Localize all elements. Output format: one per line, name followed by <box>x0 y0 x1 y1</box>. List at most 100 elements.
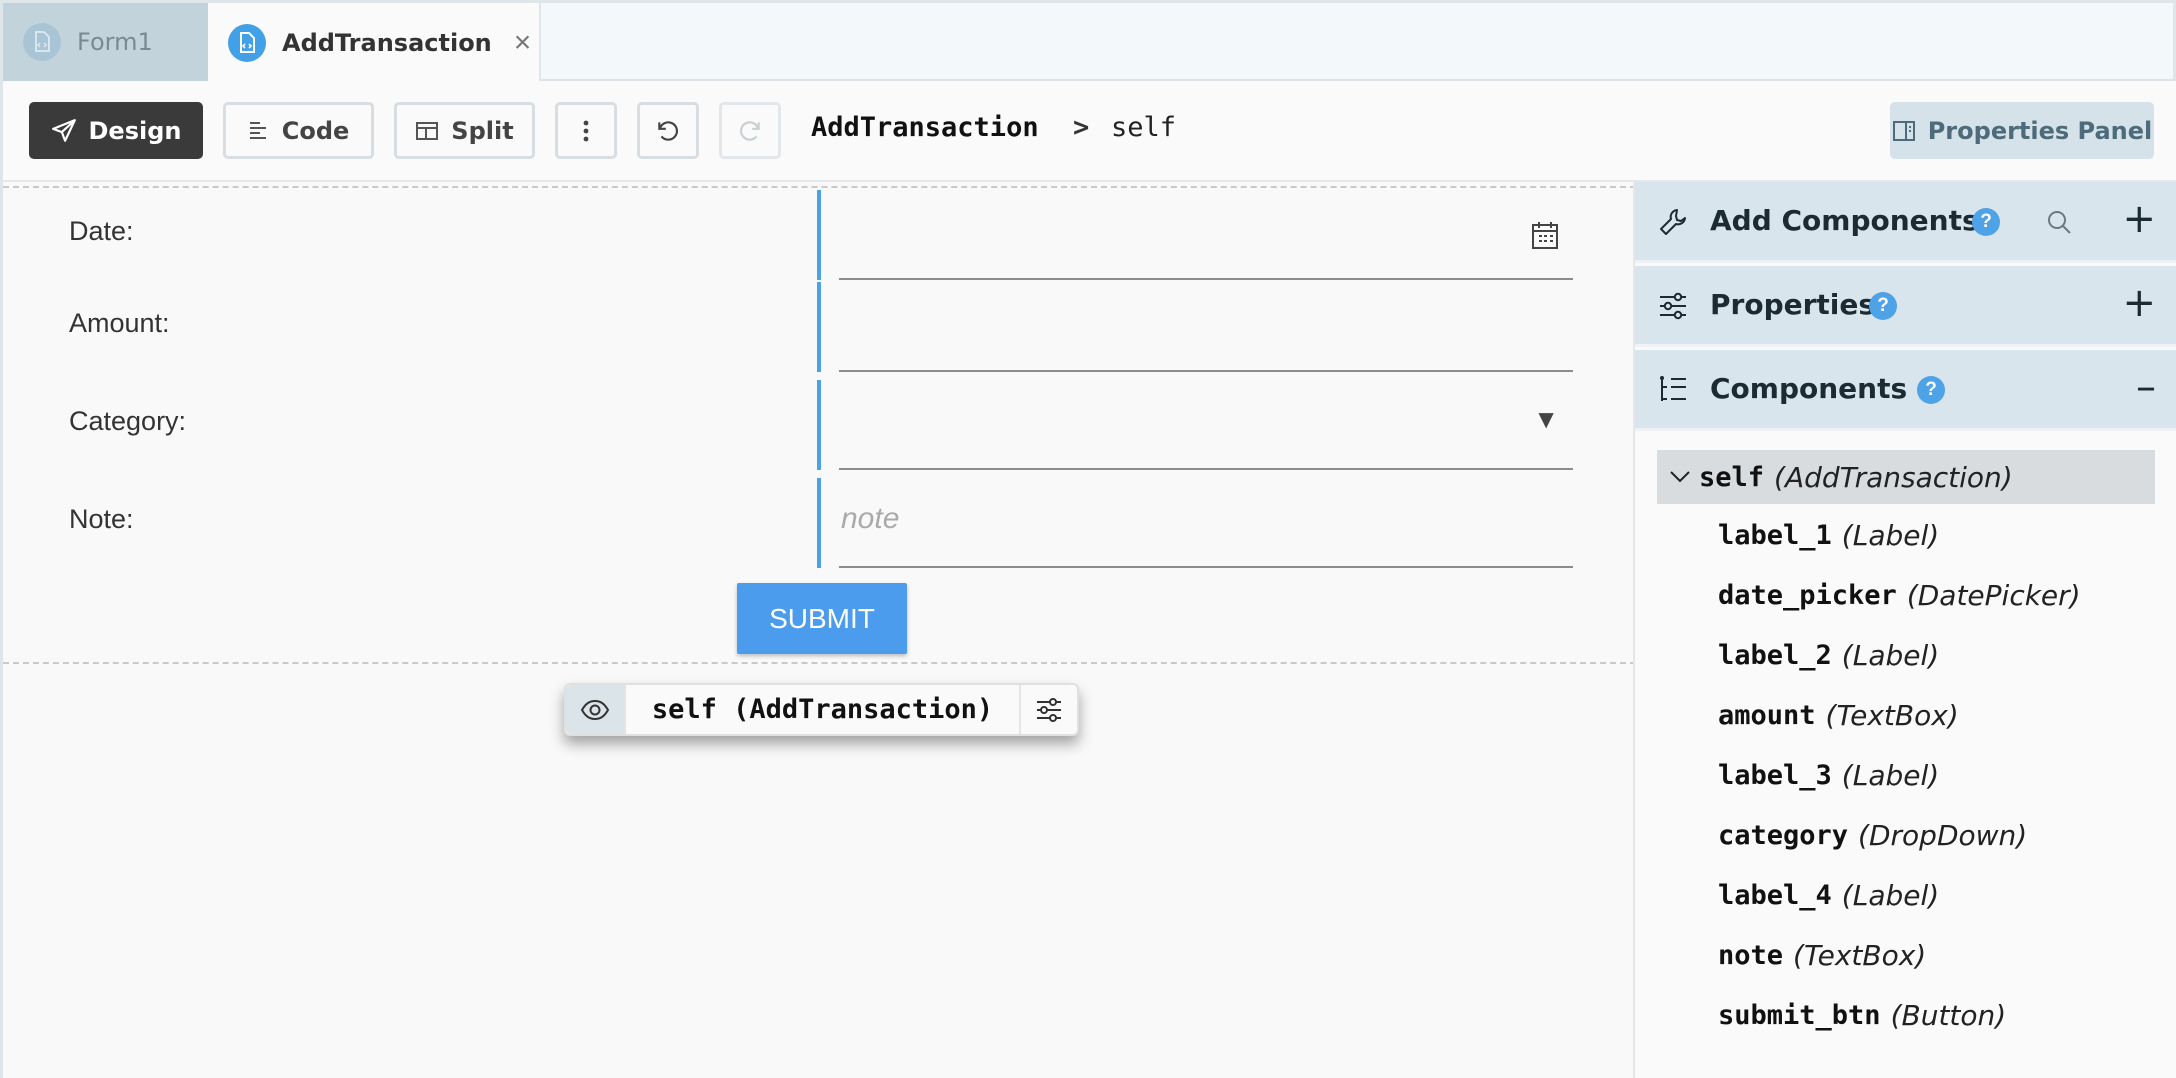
form-boundary-bottom <box>3 662 1636 664</box>
properties-title: Properties <box>1710 288 1876 321</box>
search-icon[interactable] <box>2045 208 2073 236</box>
tree-item[interactable]: date_picker (DatePicker) <box>1718 575 2081 615</box>
tree-item[interactable]: submit_btn (Button) <box>1718 995 2006 1035</box>
breadcrumb-separator: > <box>1073 112 1090 143</box>
field-underline <box>839 278 1573 280</box>
code-button-label: Code <box>281 116 350 145</box>
properties-header[interactable]: Properties ? + <box>1635 266 2176 347</box>
selection-label[interactable]: self (AddTransaction) <box>624 685 1021 734</box>
form-file-icon <box>23 23 61 61</box>
split-button[interactable]: Split <box>394 102 535 159</box>
help-icon[interactable]: ? <box>1917 376 1945 404</box>
date-picker-field[interactable] <box>817 190 1573 280</box>
amount-input[interactable] <box>817 282 1573 372</box>
design-button-label: Design <box>88 116 182 145</box>
tree-node-name: date_picker <box>1718 579 1897 611</box>
help-icon[interactable]: ? <box>1972 208 2000 236</box>
selection-toolbar: self (AddTransaction) <box>564 683 1079 736</box>
tree-node-name: amount <box>1718 699 1816 731</box>
tree-node-name: label_3 <box>1718 759 1832 791</box>
tab-label: Form1 <box>77 28 153 56</box>
breadcrumb-self[interactable]: self <box>1111 112 1176 143</box>
dropdown-arrow-icon: ▼ <box>1533 404 1559 434</box>
designer-toolbar: Design Code Split AddTransaction > self … <box>0 81 2176 182</box>
components-collapse-icon[interactable]: – <box>2136 364 2156 410</box>
tree-item[interactable]: category (DropDown) <box>1718 815 2027 855</box>
help-icon[interactable]: ? <box>1869 292 1897 320</box>
submit-button[interactable]: SUBMIT <box>737 583 907 654</box>
redo-button[interactable] <box>719 102 781 159</box>
code-button[interactable]: Code <box>223 102 374 159</box>
design-button[interactable]: Design <box>29 102 203 159</box>
tree-item[interactable]: label_3 (Label) <box>1718 755 1939 795</box>
tree-node-type: (TextBox) <box>1793 938 1927 972</box>
tree-node-type: (Label) <box>1841 878 1940 912</box>
add-components-expand-icon[interactable]: + <box>2122 196 2156 242</box>
form-file-icon <box>228 24 266 62</box>
tree-root-self[interactable]: self (AddTransaction) <box>1657 450 2155 504</box>
tree-node-type: (Label) <box>1841 518 1940 552</box>
tree-item[interactable]: label_2 (Label) <box>1718 635 1939 675</box>
tree-item[interactable]: note (TextBox) <box>1718 935 1926 975</box>
form-canvas[interactable]: Date: Amount: Category: ▼ Note: note SUB… <box>0 182 1636 1078</box>
more-vertical-icon <box>583 120 589 141</box>
tab-bar: Form1 AddTransaction × <box>0 0 2176 83</box>
undo-icon <box>658 120 678 141</box>
form-boundary-top <box>3 186 1636 188</box>
calendar-icon[interactable] <box>1531 220 1559 250</box>
tree-item[interactable]: amount (TextBox) <box>1718 695 1959 735</box>
field-underline <box>839 566 1573 568</box>
tree-node-name: category <box>1718 819 1849 851</box>
chevron-down-icon[interactable] <box>1669 470 1691 484</box>
tree-node-type: (DatePicker) <box>1906 578 2081 612</box>
wrench-icon <box>1660 209 1686 235</box>
tree-node-name: self <box>1699 461 1765 493</box>
split-view-icon <box>416 121 439 140</box>
add-components-title: Add Components <box>1710 204 1979 237</box>
tree-node-type: (Button) <box>1890 998 2007 1032</box>
right-panel: Add Components ? + Properties ? + Compon… <box>1633 182 2176 1078</box>
field-underline <box>839 370 1573 372</box>
tree-node-type: (DropDown) <box>1858 818 2028 852</box>
tree-node-name: note <box>1718 939 1784 971</box>
properties-panel-button[interactable]: Properties Panel <box>1890 102 2154 159</box>
split-button-label: Split <box>451 116 514 145</box>
properties-panel-label: Properties Panel <box>1927 116 2153 145</box>
undo-button[interactable] <box>637 102 699 159</box>
tree-node-type: (AddTransaction) <box>1774 460 2013 494</box>
tab-form1[interactable]: Form1 <box>3 3 208 81</box>
eye-icon[interactable] <box>566 685 624 734</box>
category-label: Category: <box>69 406 187 436</box>
date-label: Date: <box>69 216 134 246</box>
sliders-icon <box>1660 292 1686 320</box>
note-label: Note: <box>69 504 134 534</box>
send-icon <box>51 118 76 142</box>
tree-list-icon <box>1660 376 1686 401</box>
more-options-button[interactable] <box>555 102 617 159</box>
tab-label: AddTransaction <box>282 29 492 57</box>
tree-node-type: (TextBox) <box>1825 698 1959 732</box>
sliders-icon[interactable] <box>1021 685 1077 734</box>
breadcrumb-form[interactable]: AddTransaction <box>811 112 1039 143</box>
amount-label: Amount: <box>69 308 170 338</box>
tree-node-name: label_2 <box>1718 639 1832 671</box>
tree-node-name: label_1 <box>1718 519 1832 551</box>
field-underline <box>839 468 1573 470</box>
tree-node-name: submit_btn <box>1718 999 1881 1031</box>
tab-addtransaction[interactable]: AddTransaction × <box>208 3 541 83</box>
tree-node-type: (Label) <box>1841 758 1940 792</box>
properties-expand-icon[interactable]: + <box>2122 280 2156 326</box>
tree-node-type: (Label) <box>1841 638 1940 672</box>
close-icon[interactable]: × <box>514 28 532 58</box>
add-components-header[interactable]: Add Components ? + <box>1635 182 2176 263</box>
tree-node-name: label_4 <box>1718 879 1832 911</box>
note-input[interactable]: note <box>817 478 1573 568</box>
redo-icon <box>740 120 760 141</box>
panel-icon <box>1892 120 1915 141</box>
note-placeholder: note <box>841 502 900 535</box>
tree-item[interactable]: label_1 (Label) <box>1718 515 1939 555</box>
components-title: Components <box>1710 372 1908 405</box>
components-header[interactable]: Components ? – <box>1635 350 2176 431</box>
category-dropdown[interactable]: ▼ <box>817 380 1573 470</box>
tree-item[interactable]: label_4 (Label) <box>1718 875 1939 915</box>
